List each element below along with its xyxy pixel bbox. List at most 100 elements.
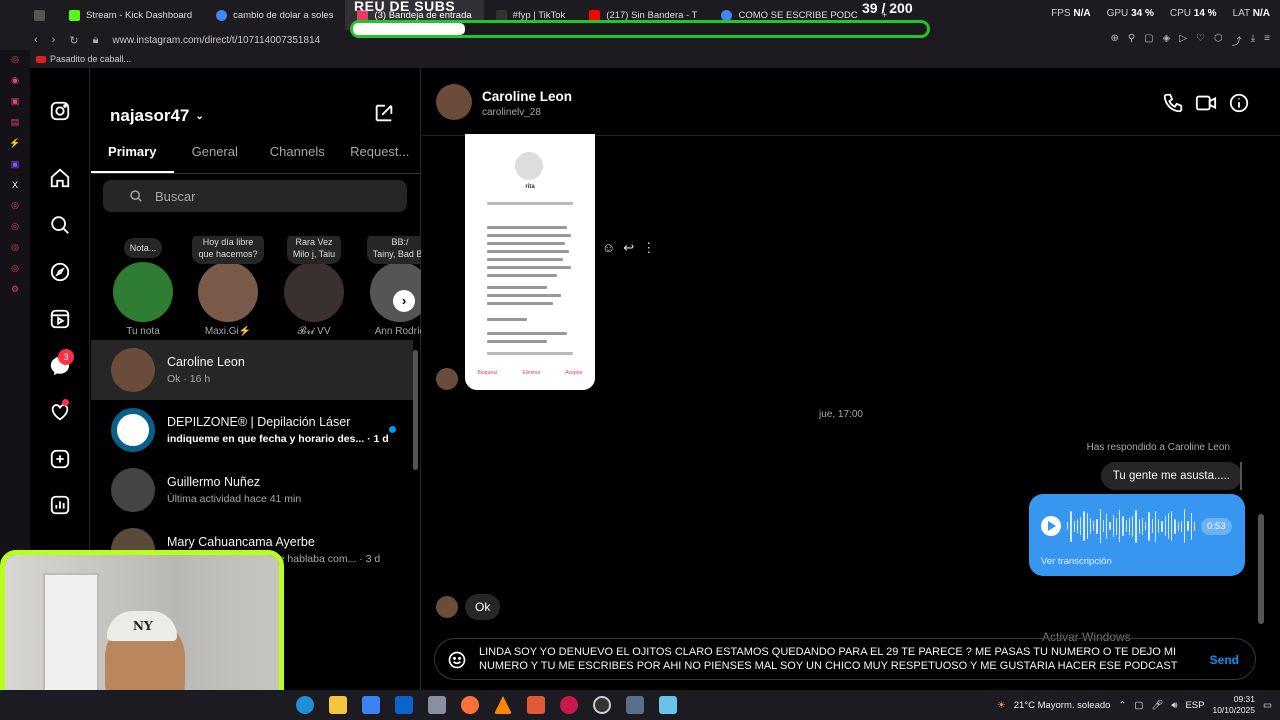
- inbox-scrollbar[interactable]: [413, 340, 418, 690]
- sidebar-app-icon[interactable]: ◎: [11, 200, 19, 211]
- note-item[interactable]: Nota... Tu nota: [106, 238, 180, 337]
- waveform[interactable]: [1067, 508, 1195, 544]
- tab-0[interactable]: [0, 0, 57, 30]
- note-item[interactable]: Hoy día libre que hacemos? Maxi.Gi⚡: [191, 236, 265, 337]
- lock-icon[interactable]: 🔒︎: [93, 34, 99, 47]
- send-button[interactable]: Send: [1210, 653, 1239, 667]
- emoji-icon[interactable]: [447, 650, 467, 670]
- react-icon[interactable]: ☺: [602, 240, 615, 256]
- reload-icon[interactable]: ↻: [69, 34, 78, 47]
- messages-nav[interactable]: 3: [30, 349, 90, 377]
- message-composer[interactable]: LINDA SOY YO DENUEVO EL OJITOS CLARO EST…: [434, 638, 1256, 680]
- share-icon[interactable]: ⤴: [1232, 33, 1242, 48]
- search-input[interactable]: Buscar: [103, 180, 407, 212]
- message-input[interactable]: LINDA SOY YO DENUEVO EL OJITOS CLARO EST…: [479, 645, 1199, 673]
- file-explorer-icon[interactable]: [329, 696, 347, 714]
- tab-google[interactable]: cambio de dolar a soles: [204, 0, 345, 30]
- edge-icon[interactable]: [296, 696, 314, 714]
- vlc-icon[interactable]: [494, 696, 512, 714]
- scrollbar-thumb[interactable]: [1258, 514, 1264, 624]
- contact-name[interactable]: Caroline Leon: [482, 89, 572, 104]
- dashboard-icon[interactable]: [49, 494, 71, 516]
- create-icon[interactable]: [49, 448, 71, 470]
- forward-icon[interactable]: ›: [52, 34, 56, 47]
- thread-item[interactable]: DEPILZONE® | Depilación Láser indiqueme e…: [91, 400, 413, 460]
- sidebar-app-icon[interactable]: ▣: [11, 96, 20, 107]
- tab-kick[interactable]: Stream - Kick Dashboard: [57, 0, 204, 30]
- info-icon[interactable]: [1228, 92, 1250, 114]
- thread-item[interactable]: Caroline Leon Ok · 16 h: [91, 340, 413, 400]
- store-icon[interactable]: [362, 696, 380, 714]
- play-icon[interactable]: [1041, 516, 1061, 536]
- reply-icon[interactable]: ↩: [623, 240, 634, 256]
- notes-next-button[interactable]: ›: [393, 290, 415, 312]
- mic-icon[interactable]: 🎤︎: [1151, 700, 1163, 711]
- back-icon[interactable]: ‹: [34, 34, 38, 47]
- play-icon[interactable]: ▷: [1179, 33, 1187, 48]
- shield-icon[interactable]: ◈: [1163, 33, 1171, 48]
- clock[interactable]: 09:31 10/10/2025: [1212, 694, 1255, 716]
- tab-primary[interactable]: Primary: [91, 144, 174, 173]
- view-transcript-link[interactable]: Ver transcripción: [1041, 556, 1112, 567]
- extensions-icon[interactable]: ⬡: [1214, 33, 1223, 48]
- sidebar-app-icon[interactable]: ◉: [11, 75, 19, 86]
- note-item[interactable]: BB:/ Tainy, Bad Bu Ann Rodríg: [363, 236, 421, 337]
- avatar[interactable]: [436, 84, 472, 120]
- network-icon[interactable]: ▢: [1134, 700, 1143, 711]
- home-icon[interactable]: [49, 167, 71, 189]
- sidebar-app-icon[interactable]: ◎: [11, 54, 19, 65]
- sidebar-app-icon[interactable]: ◎: [11, 242, 19, 253]
- message-bubble[interactable]: Ok: [465, 594, 501, 620]
- video-call-icon[interactable]: [1195, 92, 1217, 114]
- app-icon[interactable]: [428, 696, 446, 714]
- instagram-logo-icon[interactable]: [49, 100, 71, 122]
- sidebar-app-icon[interactable]: ◎: [11, 221, 19, 232]
- twitch-icon[interactable]: ▣: [11, 159, 20, 170]
- tray-chevron-icon[interactable]: ⌃: [1118, 700, 1126, 711]
- explore-icon[interactable]: [49, 261, 71, 283]
- sidebar-app-icon[interactable]: ▤: [11, 117, 20, 128]
- settings-icon[interactable]: ⚙: [11, 284, 19, 295]
- scrollbar-thumb[interactable]: [413, 350, 418, 470]
- app-icon[interactable]: [659, 696, 677, 714]
- volume-icon[interactable]: 🔊︎: [1171, 700, 1177, 711]
- outlook-icon[interactable]: [395, 696, 413, 714]
- more-icon[interactable]: ⋮: [642, 240, 655, 256]
- account-switcher[interactable]: najasor47 ⌄: [110, 106, 204, 126]
- obs-icon[interactable]: [593, 696, 611, 714]
- firefox-icon[interactable]: [461, 696, 479, 714]
- sidebar-app-icon[interactable]: ◎: [11, 263, 19, 274]
- tab-channels[interactable]: Channels: [256, 144, 339, 173]
- weather-text[interactable]: 21°C Mayorm. soleado: [1014, 700, 1111, 711]
- note-item[interactable]: Rara Vez Milo j, Taiu 𝓑𝓻𝓲 VV: [277, 236, 351, 337]
- heart-icon[interactable]: ♡: [1196, 33, 1205, 48]
- clock-date: 10/10/2025: [1212, 705, 1256, 715]
- sidebar-app-icon[interactable]: ⚡: [9, 138, 20, 149]
- notifications-icon[interactable]: ▭: [1263, 700, 1272, 711]
- conversation-scrollbar[interactable]: [1258, 136, 1264, 624]
- zoom-icon[interactable]: ⊕: [1110, 33, 1118, 48]
- pin-icon[interactable]: ⚲: [1128, 33, 1135, 48]
- bookmark-item[interactable]: Pasadito de caball...: [50, 54, 131, 64]
- menu-icon[interactable]: ≡: [1264, 33, 1270, 48]
- app-icon[interactable]: [527, 696, 545, 714]
- download-icon[interactable]: ⤓: [1251, 33, 1255, 48]
- screenshot-icon[interactable]: ▢: [1144, 33, 1153, 48]
- shared-screenshot[interactable]: rita Bloquear Eliminar Aceptar: [465, 134, 595, 390]
- notifications-nav[interactable]: [30, 399, 90, 423]
- search-icon[interactable]: [49, 214, 71, 236]
- language-indicator[interactable]: ESP: [1185, 700, 1204, 711]
- x-icon[interactable]: X: [12, 180, 18, 190]
- thread-item[interactable]: Guillermo Nuñez Última actividad hace 41 …: [91, 460, 413, 520]
- reels-icon[interactable]: [49, 308, 71, 330]
- note-bubble: BB:/ Tainy, Bad Bu: [366, 236, 421, 264]
- url-field[interactable]: www.instagram.com/direct/t/1071140073518…: [112, 35, 320, 46]
- opera-gx-icon[interactable]: [560, 696, 578, 714]
- quoted-message[interactable]: Tu gente me asusta.....: [1100, 462, 1242, 490]
- calculator-icon[interactable]: [626, 696, 644, 714]
- compose-icon[interactable]: [373, 102, 395, 124]
- phone-icon[interactable]: [1162, 92, 1184, 114]
- tab-general[interactable]: General: [174, 144, 257, 173]
- tab-requests[interactable]: Request...: [339, 144, 422, 173]
- waveform-bar: [1161, 520, 1163, 532]
